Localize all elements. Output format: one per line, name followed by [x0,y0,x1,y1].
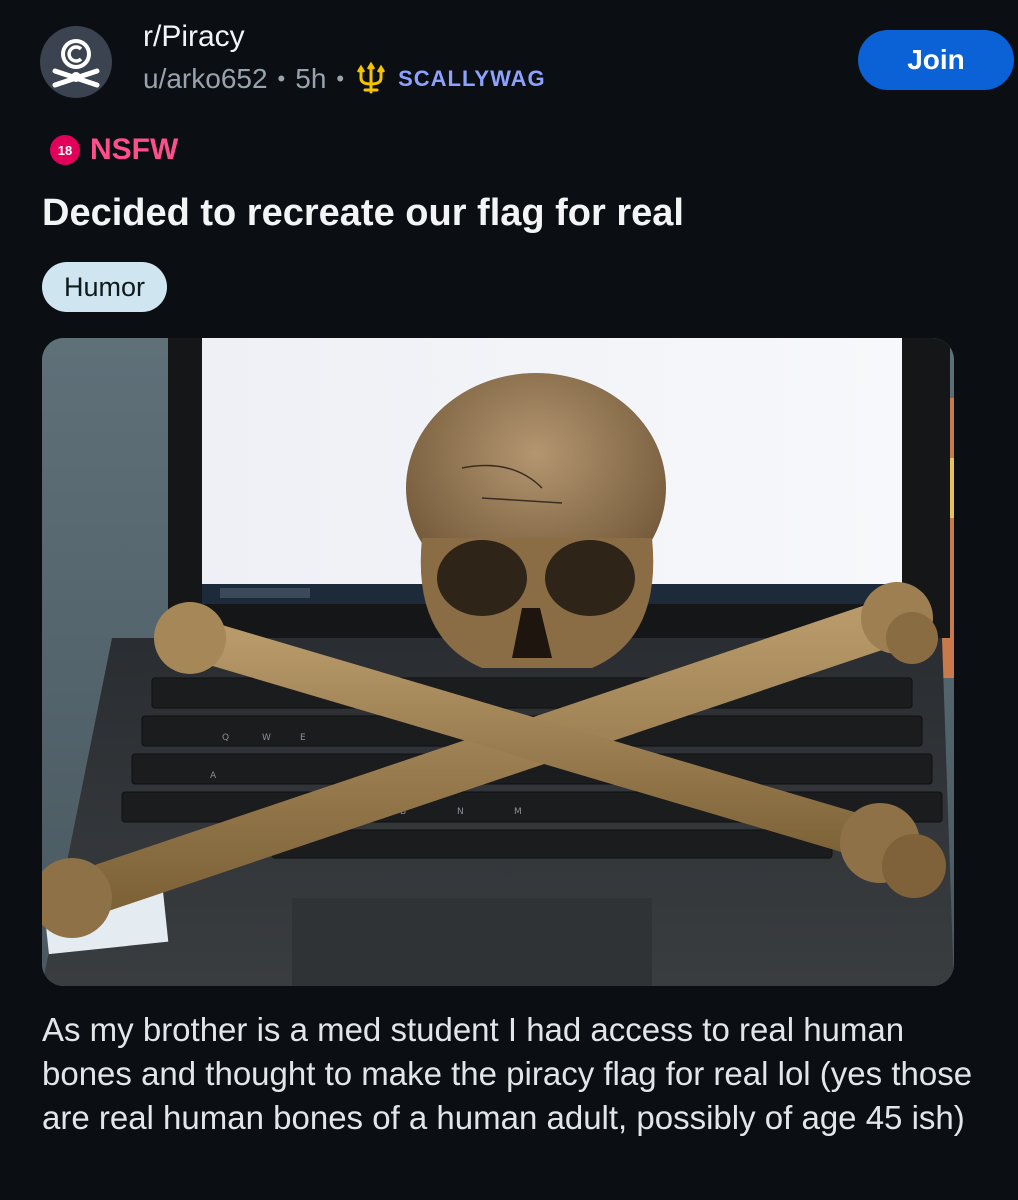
key-label: W [262,733,271,743]
join-button[interactable]: Join [858,30,1014,90]
nsfw-18-icon: 18 [50,135,80,165]
post-image[interactable]: Q W E A B N M [42,338,954,986]
subreddit-avatar[interactable] [40,26,112,98]
nsfw-label: NSFW [90,133,179,166]
jolly-roger-copyright-icon [52,39,100,88]
separator-dot: • [336,66,345,91]
key-label: Q [222,733,229,743]
key-label: M [514,807,522,817]
key-label: E [300,733,306,743]
post-header: r/Piracy u/arko652 • 5h • SCALLYWAG Join [40,18,1014,108]
post-flair[interactable]: Humor [42,262,168,312]
post-body: As my brother is a med student I had acc… [42,1011,973,1136]
key-label: A [210,771,217,781]
key-label: N [457,807,464,817]
post-meta: u/arko652 • 5h • SCALLYWAG [143,62,546,96]
photo-skull-crossbones-laptop: Q W E A B N M [42,338,954,986]
nsfw-tag: 18 NSFW [50,133,178,167]
subreddit-name[interactable]: r/Piracy [143,20,245,54]
user-flair: SCALLYWAG [398,66,546,91]
post-age: 5h [295,63,327,94]
username[interactable]: u/arko652 [143,63,268,95]
trident-icon [357,62,386,94]
post-title[interactable]: Decided to recreate our flag for real [42,192,684,235]
separator-dot: • [277,66,286,91]
